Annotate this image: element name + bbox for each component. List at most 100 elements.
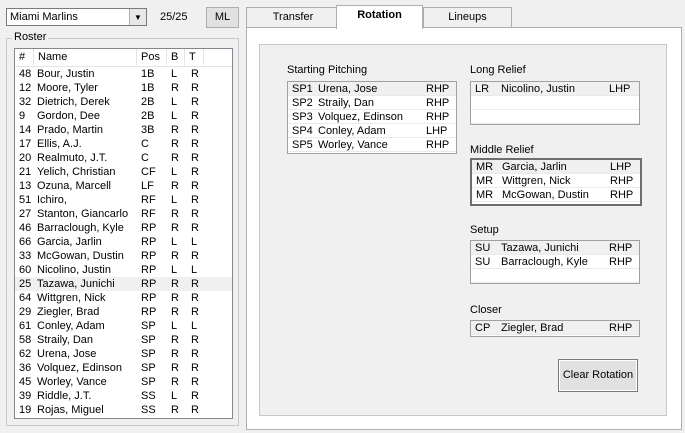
column-header-pos[interactable]: Pos [137, 49, 167, 65]
roster-row[interactable]: 46 Barraclough, Kyle RP R R [15, 221, 232, 235]
roster-row[interactable]: 17 Ellis, A.J. C R R [15, 137, 232, 151]
roster-row[interactable]: 45 Worley, Vance SP R R [15, 375, 232, 389]
starting-pitching-row[interactable]: SP4 Conley, Adam LHP [288, 124, 456, 138]
roster-cell-throws: R [191, 250, 199, 262]
team-select[interactable]: Miami Marlins ▼ [6, 8, 147, 26]
roster-row[interactable]: 32 Dietrich, Derek 2B L R [15, 95, 232, 109]
roster-row[interactable]: 9 Gordon, Dee 2B L R [15, 109, 232, 123]
slot-hand: LHP [609, 83, 631, 95]
roster-cell-pos: CF [141, 166, 156, 178]
slot-player-name: Volquez, Edinson [318, 111, 404, 123]
roster-cell-name: Ziegler, Brad [37, 306, 100, 318]
roster-row[interactable]: 25 Tazawa, Junichi RP R R [15, 277, 232, 291]
clear-rotation-button[interactable]: Clear Rotation [558, 359, 638, 392]
roster-row[interactable]: 61 Conley, Adam SP L L [15, 319, 232, 333]
roster-cell-throws: L [191, 236, 198, 248]
column-header-throws[interactable]: T [185, 49, 204, 65]
column-header-name[interactable]: Name [34, 49, 137, 65]
ml-button[interactable]: ML [206, 7, 239, 28]
roster-cell-name: Ichiro, [37, 194, 67, 206]
column-header-number[interactable]: # [15, 49, 34, 65]
middle-relief-row[interactable]: MR McGowan, Dustin RHP [472, 188, 640, 202]
roster-row[interactable]: 66 Garcia, Jarlin RP L L [15, 235, 232, 249]
slot-hand: LHP [610, 161, 632, 173]
roster-cell-bats: L [171, 320, 178, 332]
roster-cell-name: Ozuna, Marcell [37, 180, 111, 192]
slot-player-name: Urena, Jose [318, 83, 378, 95]
roster-row[interactable]: 62 Urena, Jose SP R R [15, 347, 232, 361]
roster-cell-name: Rojas, Miguel [37, 404, 104, 416]
roster-row[interactable]: 58 Straily, Dan SP R R [15, 333, 232, 347]
roster-cell-name: Garcia, Jarlin [37, 236, 102, 248]
slot-hand: RHP [609, 242, 633, 254]
roster-cell-throws: R [191, 110, 199, 122]
roster-row[interactable]: 48 Bour, Justin 1B L R [15, 67, 232, 81]
setup-list[interactable]: SU Tazawa, Junichi RHP SU Barraclough, Kyle R… [470, 240, 640, 284]
roster-cell-name: Ellis, A.J. [37, 138, 82, 150]
roster-row[interactable]: 12 Moore, Tyler 1B R R [15, 81, 232, 95]
roster-row[interactable]: 19 Rojas, Miguel SS R R [15, 403, 232, 417]
setup-row[interactable]: SU Tazawa, Junichi RHP [471, 241, 639, 255]
roster-cell-bats: R [171, 222, 179, 234]
roster-cell-throws: R [191, 404, 199, 416]
starting-pitching-row[interactable]: SP5 Worley, Vance RHP [288, 138, 456, 152]
roster-cell-bats: R [171, 348, 179, 360]
setup-row[interactable] [471, 269, 639, 283]
long-relief-row[interactable]: LR Nicolino, Justin LHP [471, 82, 639, 96]
roster-cell-name: Volquez, Edinson [37, 362, 123, 374]
roster-row[interactable]: 64 Wittgren, Nick RP R R [15, 291, 232, 305]
starting-pitching-row[interactable]: SP3 Volquez, Edinson RHP [288, 110, 456, 124]
roster-cell-pos: RF [141, 194, 156, 206]
slot-code: MR [476, 161, 494, 173]
roster-cell-bats: L [171, 166, 178, 178]
roster-row[interactable]: 27 Stanton, Giancarlo RF R R [15, 207, 232, 221]
roster-cell-number: 66 [19, 236, 32, 248]
roster-row[interactable]: 39 Riddle, J.T. SS L R [15, 389, 232, 403]
slot-code: SP3 [292, 111, 313, 123]
roster-cell-number: 58 [19, 334, 32, 346]
closer-list[interactable]: CP Ziegler, Brad RHP [470, 320, 640, 337]
roster-row[interactable]: 14 Prado, Martin 3B R R [15, 123, 232, 137]
slot-code: CP [475, 322, 491, 334]
roster-cell-pos: RP [141, 250, 157, 262]
starting-pitching-row[interactable]: SP1 Urena, Jose RHP [288, 82, 456, 96]
roster-row[interactable]: 13 Ozuna, Marcell LF R R [15, 179, 232, 193]
roster-cell-throws: L [191, 264, 198, 276]
roster-cell-name: Bour, Justin [37, 68, 95, 80]
column-header-bats[interactable]: B [167, 49, 185, 65]
chevron-down-icon[interactable]: ▼ [129, 9, 146, 25]
roster-cell-throws: R [191, 152, 199, 164]
roster-cell-name: Moore, Tyler [37, 82, 98, 94]
roster-cell-bats: L [171, 110, 178, 122]
roster-row[interactable]: 36 Volquez, Edinson SP R R [15, 361, 232, 375]
closer-row[interactable]: CP Ziegler, Brad RHP [471, 321, 639, 335]
roster-row[interactable]: 29 Ziegler, Brad RP R R [15, 305, 232, 319]
roster-cell-number: 48 [19, 68, 32, 80]
roster-cell-pos: C [141, 152, 149, 164]
tab-lineups[interactable]: Lineups [423, 7, 512, 27]
slot-code: SP2 [292, 97, 313, 109]
roster-cell-pos: SP [141, 376, 156, 388]
slot-code: LR [475, 83, 490, 95]
roster-cell-bats: R [171, 124, 179, 136]
roster-list[interactable]: # Name Pos B T 48 Bour, Justin 1B L R 12 Moore… [14, 48, 233, 419]
middle-relief-row[interactable]: MR Garcia, Jarlin LHP [472, 160, 640, 174]
setup-row[interactable]: SU Barraclough, Kyle RHP [471, 255, 639, 269]
tab-transfer[interactable]: Transfer [246, 7, 340, 27]
middle-relief-list[interactable]: MR Garcia, Jarlin LHP MR Wittgren, Nick RHP MR… [470, 158, 642, 206]
tab-rotation[interactable]: Rotation [336, 5, 423, 29]
starting-pitching-list[interactable]: SP1 Urena, Jose RHP SP2 Straily, Dan RHP SP3 Vo… [287, 81, 457, 154]
roster-cell-pos: RP [141, 278, 157, 290]
long-relief-row[interactable] [471, 110, 639, 124]
roster-cell-bats: L [171, 236, 178, 248]
roster-row[interactable]: 21 Yelich, Christian CF L R [15, 165, 232, 179]
roster-cell-throws: L [191, 320, 198, 332]
roster-row[interactable]: 60 Nicolino, Justin RP L L [15, 263, 232, 277]
long-relief-row[interactable] [471, 96, 639, 110]
roster-row[interactable]: 20 Realmuto, J.T. C R R [15, 151, 232, 165]
middle-relief-row[interactable]: MR Wittgren, Nick RHP [472, 174, 640, 188]
roster-row[interactable]: 33 McGowan, Dustin RP R R [15, 249, 232, 263]
starting-pitching-row[interactable]: SP2 Straily, Dan RHP [288, 96, 456, 110]
roster-row[interactable]: 51 Ichiro, RF L R [15, 193, 232, 207]
long-relief-list[interactable]: LR Nicolino, Justin LHP [470, 81, 640, 125]
